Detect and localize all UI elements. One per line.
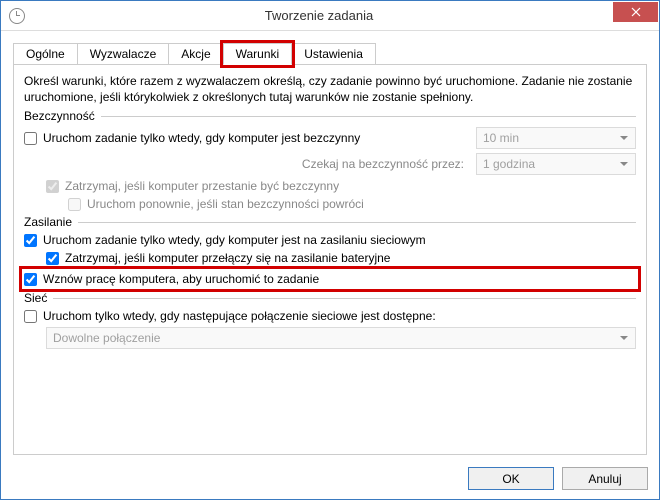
section-idle-label: Bezczynność [24,109,95,123]
ok-button[interactable]: OK [468,467,554,490]
checkbox-wake-to-run[interactable] [24,273,37,286]
panel-description: Określ warunki, które razem z wyzwalacze… [24,73,636,105]
checkbox-stop-if-not-idle[interactable] [46,180,59,193]
section-network: Sieć [24,291,636,305]
conditions-panel: Określ warunki, które razem z wyzwalacze… [13,65,647,455]
checkbox-run-only-network[interactable] [24,310,37,323]
close-button[interactable] [613,2,658,22]
checkbox-restart-if-idle[interactable] [68,198,81,211]
section-network-label: Sieć [24,291,47,305]
label-stop-on-battery: Zatrzymaj, jeśli komputer przełączy się … [65,251,636,265]
section-idle: Bezczynność [24,109,636,123]
titlebar: Tworzenie zadania [1,1,659,31]
tab-actions[interactable]: Akcje [168,43,223,64]
scheduler-icon [9,8,25,24]
section-power-label: Zasilanie [24,215,72,229]
label-wait-for-idle: Czekaj na bezczynność przez: [24,157,476,171]
tab-conditions[interactable]: Warunki [223,43,293,65]
checkbox-stop-on-battery[interactable] [46,252,59,265]
label-wake-to-run: Wznów pracę komputera, aby uruchomić to … [43,272,636,286]
label-run-only-idle: Uruchom zadanie tylko wtedy, gdy kompute… [43,131,476,145]
close-icon [631,7,641,17]
dialog-footer: OK Anuluj [0,457,660,500]
section-power: Zasilanie [24,215,636,229]
label-stop-if-not-idle: Zatrzymaj, jeśli komputer przestanie być… [65,179,636,193]
tabbar: Ogólne Wyzwalacze Akcje Warunki Ustawien… [13,43,647,65]
cancel-button[interactable]: Anuluj [562,467,648,490]
label-restart-if-idle: Uruchom ponownie, jeśli stan bezczynnośc… [87,197,636,211]
select-idle-duration[interactable]: 10 min [476,127,636,149]
window-title: Tworzenie zadania [25,8,613,23]
tab-triggers[interactable]: Wyzwalacze [77,43,170,64]
select-network-connection[interactable]: Dowolne połączenie [46,327,636,349]
label-run-only-ac: Uruchom zadanie tylko wtedy, gdy kompute… [43,233,636,247]
tab-settings[interactable]: Ustawienia [291,43,376,64]
select-wait-for-idle[interactable]: 1 godzina [476,153,636,175]
label-run-only-network: Uruchom tylko wtedy, gdy następujące poł… [43,309,636,323]
tab-general[interactable]: Ogólne [13,43,78,64]
checkbox-run-only-idle[interactable] [24,132,37,145]
checkbox-run-only-ac[interactable] [24,234,37,247]
